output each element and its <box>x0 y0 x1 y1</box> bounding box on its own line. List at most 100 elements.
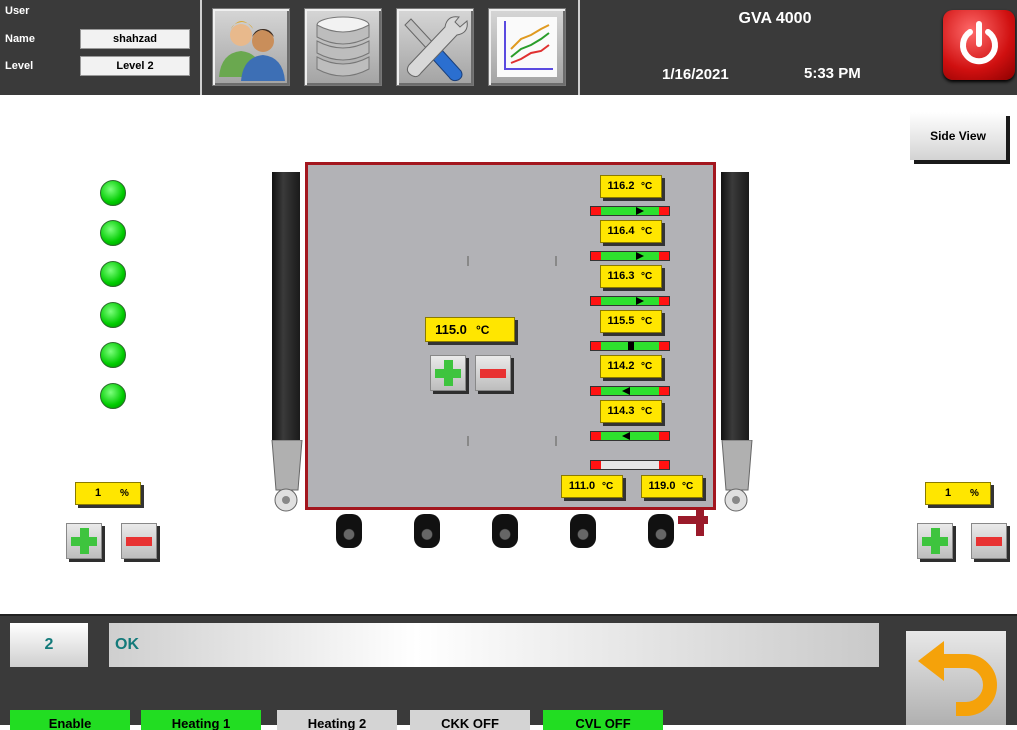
chamber-marker <box>467 256 469 266</box>
plus-icon <box>71 528 97 554</box>
zone-temp-unit: °C <box>641 316 653 327</box>
max-limit-value: 119.0 <box>648 480 676 492</box>
zone-deviation-bar <box>590 386 670 396</box>
database-button[interactable] <box>304 8 382 86</box>
right-percent-field[interactable]: 1% <box>925 482 991 505</box>
right-leg <box>721 440 753 512</box>
setpoint-field[interactable]: 115.0 °C <box>425 317 515 342</box>
right-percent-value: 1 <box>944 487 952 499</box>
minus-icon <box>126 537 152 546</box>
back-button[interactable] <box>906 631 1006 725</box>
zone-deviation-bar <box>590 431 670 441</box>
power-icon <box>960 21 998 65</box>
zone-temp-value: 114.2 <box>607 360 635 372</box>
right-percent-unit: % <box>970 488 979 499</box>
chamber-marker <box>555 256 557 266</box>
zone-deviation-bar <box>590 296 670 306</box>
valve-fitting <box>678 510 708 536</box>
zone-temp-field: 116.4 °C <box>600 220 662 243</box>
min-limit-value: 111.0 <box>568 480 596 492</box>
min-limit-field: 111.0 °C <box>561 475 623 498</box>
setpoint-decrease-button[interactable] <box>475 355 511 391</box>
minus-icon <box>480 369 506 378</box>
users-icon <box>219 21 285 81</box>
name-label: Name <box>5 33 35 45</box>
left-percent-field[interactable]: 1% <box>75 482 141 505</box>
status-led <box>100 220 126 246</box>
message-text: OK <box>109 623 879 667</box>
zone-temp-field: 114.3 °C <box>600 400 662 423</box>
message-code: 2 <box>10 623 88 667</box>
setpoint-value: 115.0 <box>435 322 467 337</box>
max-limit-unit: °C <box>682 481 694 492</box>
tools-button[interactable] <box>396 8 474 86</box>
zone-temp-value: 114.3 <box>607 405 635 417</box>
zone-temp-unit: °C <box>641 406 653 417</box>
right-decrease-button[interactable] <box>971 523 1007 559</box>
zone-deviation-bar <box>590 460 670 470</box>
heating-1-button[interactable]: Heating 1 <box>141 710 261 730</box>
user-name-field: shahzad <box>80 29 190 49</box>
users-button[interactable] <box>212 8 290 86</box>
zone-deviation-bar <box>590 251 670 261</box>
status-led <box>100 383 126 409</box>
wheel <box>570 514 596 548</box>
tools-icon <box>404 16 468 82</box>
side-view-button[interactable]: Side View <box>910 112 1006 160</box>
power-button[interactable] <box>943 10 1015 80</box>
minus-icon <box>976 537 1002 546</box>
ckk-off-button[interactable]: CKK OFF <box>410 710 530 730</box>
header-divider <box>200 0 202 95</box>
zone-temp-value: 115.5 <box>607 315 635 327</box>
enable-button[interactable]: Enable <box>10 710 130 730</box>
date-display: 1/16/2021 <box>662 66 729 83</box>
wheel <box>648 514 674 548</box>
chart-icon <box>497 17 557 77</box>
header-divider <box>578 0 580 95</box>
zone-temp-unit: °C <box>641 271 653 282</box>
left-percent-value: 1 <box>94 487 102 499</box>
user-label: User <box>5 5 30 17</box>
zone-deviation-bar <box>590 341 670 351</box>
zone-temp-field: 116.3 °C <box>600 265 662 288</box>
left-decrease-button[interactable] <box>121 523 157 559</box>
zone-temp-unit: °C <box>641 226 653 237</box>
right-column <box>721 172 749 440</box>
cvl-off-button[interactable]: CVL OFF <box>543 710 663 730</box>
wheel <box>492 514 518 548</box>
status-led <box>100 302 126 328</box>
setpoint-increase-button[interactable] <box>430 355 466 391</box>
zone-temp-unit: °C <box>641 361 653 372</box>
status-led <box>100 342 126 368</box>
heating-2-button[interactable]: Heating 2 <box>277 710 397 730</box>
chamber-marker <box>467 436 469 446</box>
time-display: 5:33 PM <box>804 65 861 82</box>
min-limit-unit: °C <box>602 481 614 492</box>
level-label: Level <box>5 60 34 72</box>
chart-button[interactable] <box>488 8 566 86</box>
plus-icon <box>435 360 461 386</box>
user-level-field: Level 2 <box>80 56 190 76</box>
database-icon <box>316 16 370 77</box>
chamber-marker <box>555 436 557 446</box>
zone-deviation-bar <box>590 206 670 216</box>
left-leg <box>271 440 303 512</box>
zone-temp-value: 116.4 <box>607 225 635 237</box>
zone-temp-field: 116.2 °C <box>600 175 662 198</box>
left-column <box>272 172 300 440</box>
wheel <box>414 514 440 548</box>
status-led <box>100 261 126 287</box>
setpoint-unit: °C <box>476 323 490 337</box>
status-led <box>100 180 126 206</box>
zone-temp-field: 114.2 °C <box>600 355 662 378</box>
left-increase-button[interactable] <box>66 523 102 559</box>
wheel <box>336 514 362 548</box>
right-increase-button[interactable] <box>917 523 953 559</box>
zone-temp-value: 116.3 <box>607 270 635 282</box>
zone-temp-field: 115.5 °C <box>600 310 662 333</box>
max-limit-field: 119.0 °C <box>641 475 703 498</box>
left-percent-unit: % <box>120 488 129 499</box>
zone-temp-unit: °C <box>641 181 653 192</box>
return-arrow-icon <box>918 641 997 716</box>
machine-title: GVA 4000 <box>738 10 812 27</box>
